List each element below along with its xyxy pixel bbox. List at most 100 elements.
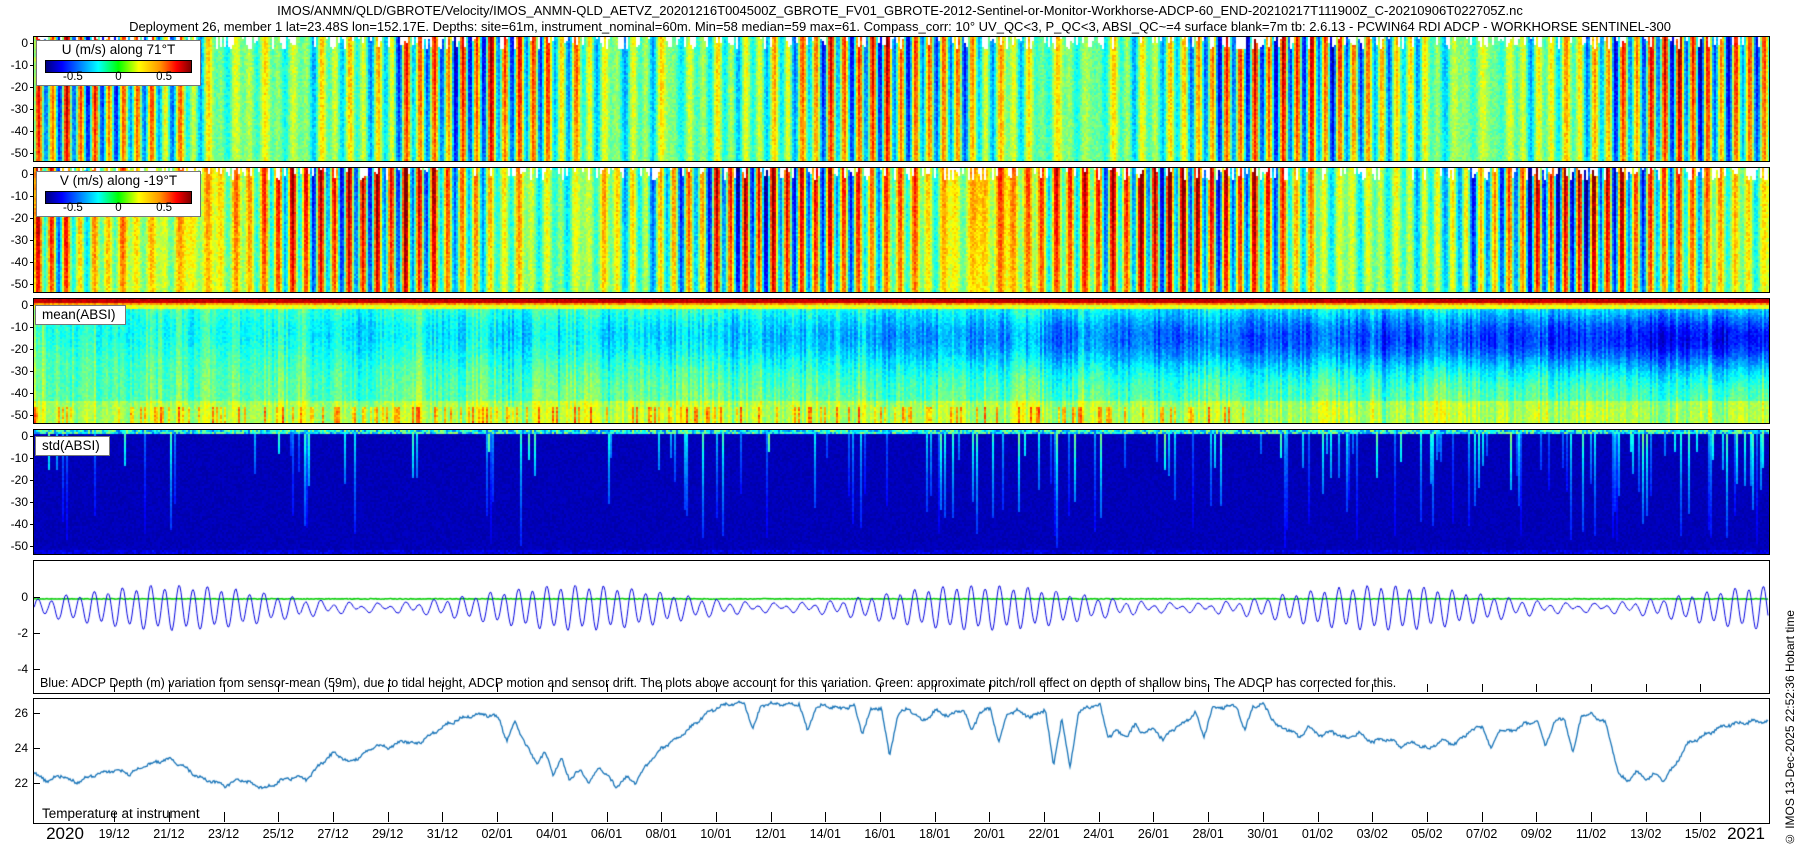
- temperature-line-chart: [34, 699, 1769, 823]
- x-tick-mark: [1536, 812, 1538, 822]
- y-tick-mark: [30, 217, 33, 219]
- y-tick-label: -10: [10, 57, 28, 72]
- mean-absi-heatmap: [34, 299, 1769, 423]
- v-velocity-heatmap: [34, 168, 1769, 292]
- x-tick-mark: [1098, 812, 1100, 822]
- x-axis-date-label: 15/02: [1684, 827, 1717, 841]
- x-axis-date-label: 11/02: [1575, 827, 1607, 841]
- y-tick-mark: [30, 435, 33, 437]
- figure-title-filename: IMOS/ANMN/QLD/GBROTE/Velocity/IMOS_ANMN-…: [277, 3, 1523, 18]
- u-colorbar-tick-pos: 0.5: [156, 71, 173, 83]
- x-tick-mark: [661, 812, 663, 822]
- x-tick-mark: [1481, 812, 1483, 822]
- x-tick-mark: [1317, 812, 1319, 822]
- y-tick-mark: [34, 713, 40, 715]
- y-tick-mark: [30, 393, 33, 395]
- x-axis-date-label: 28/01: [1192, 827, 1224, 841]
- y-tick-mark: [30, 524, 33, 526]
- u-velocity-heatmap-panel: U (m/s) along 71°T -0.5 0 0.5: [33, 36, 1770, 162]
- x-axis-date-label: 30/01: [1247, 827, 1279, 841]
- y-tick-mark: [30, 304, 33, 306]
- x-tick-mark: [989, 812, 991, 822]
- x-axis-date-label: 26/01: [1137, 827, 1170, 841]
- x-tick-mark: [934, 812, 936, 822]
- y-tick-mark: [30, 284, 33, 286]
- y-tick-label: -20: [10, 472, 28, 487]
- y-tick-label: -10: [10, 450, 28, 465]
- y-tick-mark: [30, 173, 33, 175]
- u-colorbar-tick-neg: -0.5: [63, 71, 83, 83]
- y-tick-mark: [30, 153, 33, 155]
- x-tick-mark: [387, 812, 389, 822]
- x-axis-end-year: 2021: [1727, 824, 1765, 843]
- x-axis-date-label: 05/02: [1411, 827, 1443, 841]
- y-tick-label: 26: [14, 706, 28, 721]
- x-tick-mark: [879, 812, 881, 822]
- y-tick-label: 24: [14, 741, 28, 756]
- x-tick-mark: [770, 812, 772, 822]
- y-tick-label: -10: [10, 188, 28, 203]
- v-colorbar-tick-neg: -0.5: [63, 202, 83, 214]
- y-tick-label: -40: [10, 386, 28, 401]
- adcp-mooring-plot-figure: IMOS/ANMN/QLD/GBROTE/Velocity/IMOS_ANMN-…: [0, 0, 1800, 850]
- x-axis-date-label: 03/02: [1356, 827, 1388, 841]
- x-axis-date-label: 23/12: [207, 827, 240, 841]
- x-tick-mark: [715, 812, 717, 822]
- std-absi-label: std(ABSI): [35, 436, 110, 456]
- v-colorbar-tick-pos: 0.5: [156, 202, 173, 214]
- y-tick-mark: [34, 748, 40, 750]
- u-colorbar-ticks: -0.5 0 0.5: [45, 71, 192, 85]
- y-tick-mark: [34, 783, 40, 785]
- y-tick-label: -2: [17, 625, 28, 640]
- v-colorbar-tick-zero: 0: [115, 202, 122, 214]
- x-axis-date-label: 18/01: [919, 827, 951, 841]
- x-tick-mark: [1481, 684, 1483, 692]
- x-axis-date-label: 07/02: [1466, 827, 1498, 841]
- std-absi-heatmap: [34, 430, 1769, 554]
- y-tick-mark: [30, 326, 33, 328]
- y-tick-label: -50: [10, 146, 28, 161]
- y-tick-label: -10: [10, 319, 28, 334]
- v-colorbar-legend: V (m/s) along -19°T -0.5 0 0.5: [36, 171, 201, 217]
- x-tick-mark: [223, 812, 225, 822]
- x-tick-mark: [1153, 812, 1155, 822]
- x-axis-date-label: 08/01: [645, 827, 677, 841]
- x-axis-date-label: 25/12: [262, 827, 294, 841]
- y-tick-label: -40: [10, 124, 28, 139]
- y-tick-mark: [30, 502, 33, 504]
- u-legend-title: U (m/s) along 71°T: [61, 42, 176, 57]
- y-tick-mark: [34, 632, 40, 634]
- y-tick-label: -50: [10, 539, 28, 554]
- y-tick-label: 0: [21, 35, 28, 50]
- x-tick-mark: [497, 812, 499, 822]
- y-tick-mark: [30, 457, 33, 459]
- x-axis-date-label: 20/01: [973, 827, 1006, 841]
- x-tick-mark: [1591, 812, 1593, 822]
- imos-copyright-watermark: © IMOS 13-Dec-2025 22:52:36 Hobart time: [1783, 609, 1797, 846]
- y-tick-label: -50: [10, 408, 28, 423]
- y-tick-mark: [34, 668, 40, 670]
- y-tick-mark: [34, 596, 40, 598]
- y-tick-mark: [30, 348, 33, 350]
- x-tick-mark: [551, 812, 553, 822]
- depth-variation-line-panel: Blue: ADCP Depth (m) variation from sens…: [33, 560, 1770, 694]
- x-axis-date-label: 24/01: [1083, 827, 1115, 841]
- y-tick-mark: [30, 546, 33, 548]
- x-axis-date-label: 16/01: [864, 827, 896, 841]
- y-tick-mark: [30, 42, 33, 44]
- x-axis-date-label: 13/02: [1630, 827, 1662, 841]
- y-tick-label: -40: [10, 517, 28, 532]
- y-tick-label: -4: [17, 661, 28, 676]
- x-axis-date-label: 19/12: [98, 827, 130, 841]
- v-colorbar-ticks: -0.5 0 0.5: [45, 202, 192, 216]
- y-tick-mark: [30, 131, 33, 133]
- y-tick-label: 0: [21, 166, 28, 181]
- x-axis-date-label: 04/01: [536, 827, 568, 841]
- x-axis-date-label: 22/01: [1028, 827, 1060, 841]
- y-tick-label: 0: [21, 589, 28, 604]
- x-tick-mark: [1700, 684, 1702, 692]
- x-tick-mark: [333, 812, 334, 822]
- x-axis-date-label: 12/01: [754, 827, 787, 841]
- y-tick-mark: [30, 86, 33, 88]
- y-tick-label: -30: [10, 364, 28, 379]
